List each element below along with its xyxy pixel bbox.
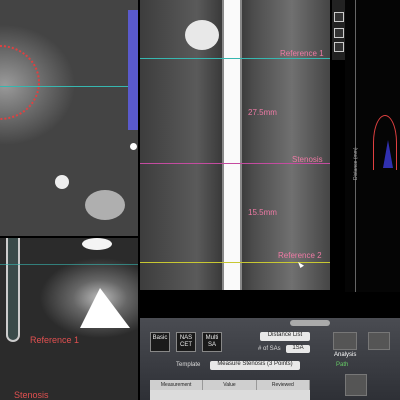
length2-label: 15.5mm: [248, 208, 277, 217]
axial-view-panel[interactable]: [0, 0, 138, 236]
view-icon[interactable]: [334, 42, 344, 52]
reference-line: [0, 86, 138, 87]
cursor-dot: [130, 143, 137, 150]
distance-list-button[interactable]: Distance List: [260, 332, 310, 341]
vessel-lumen: [224, 0, 240, 290]
table-header-row: Measurement Value Reviewed: [150, 380, 310, 390]
panel-handle[interactable]: [290, 320, 330, 326]
basic-button[interactable]: Basic: [150, 332, 170, 352]
reference1-line: [140, 58, 330, 59]
vessel-tube: [6, 238, 20, 342]
template-select[interactable]: Measure Stenosis (3 Points): [210, 361, 300, 370]
num-sas-label: # of SAs: [258, 346, 281, 352]
reference-line-lower: [0, 264, 138, 265]
template-label: Template: [176, 362, 201, 368]
approve-icon[interactable]: [345, 374, 367, 396]
reference2-line: [140, 262, 330, 263]
bright-structure: [185, 20, 219, 50]
analysis-label: Analysis: [334, 352, 357, 358]
curved-view-panel[interactable]: Reference 1 27.5mm Stenosis 15.5mm Refer…: [140, 0, 330, 290]
vessel-wall-left: [222, 0, 224, 290]
header-reviewed: Reviewed: [257, 380, 310, 390]
multi-sa-button[interactable]: Multi SA: [202, 332, 222, 352]
bright-spot: [55, 175, 69, 189]
bone-top: [82, 238, 112, 250]
reference2-label: Reference 2: [278, 251, 322, 260]
bone-structure: [80, 288, 130, 328]
tools-icon[interactable]: [368, 332, 390, 350]
num-sas-select[interactable]: 1SA: [286, 345, 310, 353]
axial-view-lower-panel[interactable]: Reference 1 Stenosis: [0, 238, 138, 400]
bone-region: [85, 190, 125, 220]
path-label: Path: [336, 362, 349, 368]
length1-label: 27.5mm: [248, 108, 277, 117]
tool-sidebar: [332, 0, 346, 60]
reference1-label: Reference 1: [30, 335, 80, 345]
tool-icon[interactable]: [334, 28, 344, 38]
view-edge-bar: [128, 10, 138, 130]
graph-ylabel: Distance (mm): [353, 147, 359, 180]
header-value: Value: [203, 380, 257, 390]
header-measurement: Measurement: [150, 380, 204, 390]
analysis-icon[interactable]: [333, 332, 357, 350]
home-icon[interactable]: [334, 12, 344, 22]
vessel-wall-right: [240, 0, 242, 290]
stenosis-label: Stenosis: [14, 390, 49, 400]
distance-graph-panel: Distance (mm): [345, 0, 400, 292]
stenosis-label: Stenosis: [292, 155, 323, 164]
measurement-table: Measurement Value Reviewed: [150, 380, 310, 400]
vessel-contour: [0, 45, 40, 120]
reference1-label: Reference 1: [280, 49, 324, 58]
nascet-button[interactable]: NAS CET: [176, 332, 196, 352]
